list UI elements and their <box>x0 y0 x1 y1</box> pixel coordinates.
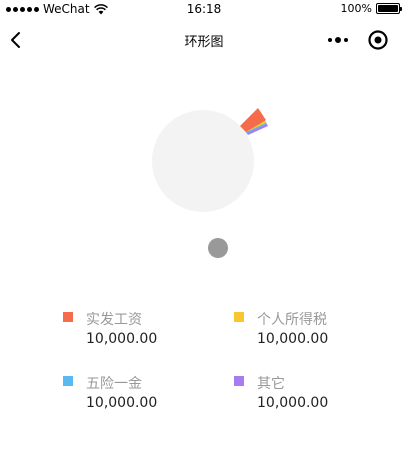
legend-label: 其它 <box>257 376 285 392</box>
legend-swatch <box>63 312 73 322</box>
ring-chart-svg <box>152 108 268 258</box>
status-bar: WeChat 16:18 100% <box>0 0 408 20</box>
legend-value: 10,000.00 <box>86 395 158 411</box>
more-button[interactable] <box>326 32 350 48</box>
target-circle-icon[interactable] <box>367 29 389 51</box>
legend-swatch <box>234 312 244 322</box>
legend-item: 其它 10,000.00 <box>234 370 394 420</box>
status-right: 100% <box>340 2 402 15</box>
more-dots-icon <box>328 38 332 42</box>
legend-value: 10,000.00 <box>86 331 158 347</box>
legend-label: 个人所得税 <box>257 312 327 328</box>
legend-item: 五险一金 10,000.00 <box>63 370 223 420</box>
chart-center-dot <box>208 238 228 258</box>
nav-bar: 环形图 <box>0 20 408 60</box>
page: WeChat 16:18 100% 环形图 实发工资 10,000.00 个人所… <box>0 0 408 461</box>
legend-value: 10,000.00 <box>257 395 329 411</box>
more-dot-center <box>335 37 341 43</box>
legend-swatch <box>234 376 244 386</box>
legend-swatch <box>63 376 73 386</box>
legend-item: 实发工资 10,000.00 <box>63 306 223 356</box>
legend-label: 五险一金 <box>86 376 142 392</box>
legend-item: 个人所得税 10,000.00 <box>234 306 394 356</box>
battery-icon <box>376 3 402 14</box>
battery-percent: 100% <box>340 2 372 15</box>
chart-background-circle <box>152 110 254 212</box>
ring-chart <box>0 60 408 290</box>
legend-value: 10,000.00 <box>257 331 329 347</box>
legend-label: 实发工资 <box>86 312 142 328</box>
more-dot-right <box>344 38 348 42</box>
